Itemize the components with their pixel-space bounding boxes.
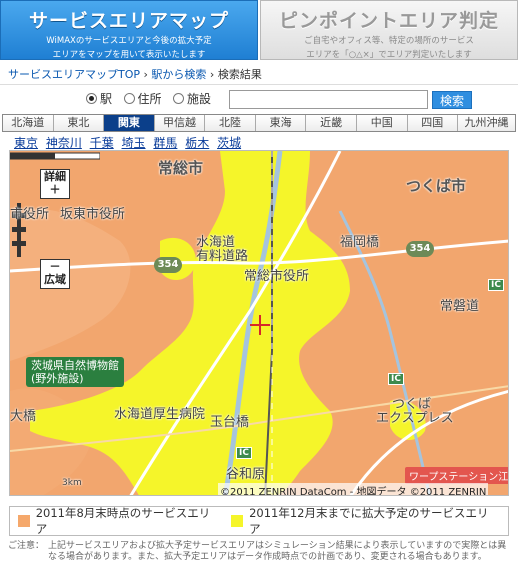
zoom-out-button[interactable]: － 広域 [40, 259, 70, 289]
zoom-in-button[interactable]: 詳細 ＋ [40, 169, 70, 199]
region-tab-hokuriku[interactable]: 北陸 [205, 115, 256, 131]
region-tab-hokkaido[interactable]: 北海道 [3, 115, 54, 131]
map-label: 市役所 [10, 207, 50, 222]
map-label: 水海道厚生病院 [114, 407, 206, 422]
region-tab-shikoku[interactable]: 四国 [407, 115, 459, 131]
search-button[interactable]: 検索 [432, 91, 472, 109]
prefecture-link-ibaraki[interactable]: 茨城 [217, 136, 241, 150]
region-tab-kinki[interactable]: 近畿 [306, 115, 357, 131]
tab-service-area-map[interactable]: サービスエリアマップ WiMAXのサービスエリアと今後の拡大予定 エリアをマップ… [0, 0, 258, 60]
radio-label: 住所 [137, 92, 162, 106]
disclaimer-label: ご注意： [8, 541, 45, 551]
zoom-out-label: 広域 [44, 273, 66, 286]
legend-label: 2011年8月末時点のサービスエリア [35, 506, 211, 536]
station-marker[interactable]: ワープステーション江戸 [405, 467, 508, 484]
region-tab-kyushu-okinawa[interactable]: 九州沖縄 [458, 115, 516, 131]
zoom-in-label: 詳細 [44, 170, 66, 183]
prefecture-link-tochigi[interactable]: 栃木 [185, 136, 209, 150]
breadcrumb-current: 検索結果 [217, 68, 262, 81]
map-label: 玉台橋 [210, 415, 250, 430]
museum-marker[interactable]: 茨城県自然博物館 (野外施設) [26, 357, 124, 387]
museum-note: (野外施設) [31, 372, 84, 385]
breadcrumb-station-link[interactable]: 駅から検索 [151, 68, 206, 81]
radio-button[interactable] [123, 93, 135, 104]
prefecture-links: 東京 神奈川 千葉 埼玉 群馬 栃木 茨城 [14, 134, 245, 151]
radio-label: 駅 [100, 92, 113, 106]
divider [0, 84, 518, 85]
search-input[interactable] [229, 90, 428, 109]
legend-item: 2011年8月末時点のサービスエリア [18, 505, 217, 537]
region-tabs: 北海道 東北 関東 甲信越 北陸 東海 近畿 中国 四国 九州沖縄 [2, 114, 516, 132]
legend-swatch-current [18, 515, 30, 527]
tab-subtitle: エリアをマップを用いて表示いたします [52, 50, 206, 60]
breadcrumb: サービスエリアマップTOP › 駅から検索 › 検索結果 [8, 66, 262, 82]
map-copyright: ©2011 ZENRIN DataCom - 地図データ ©2011 ZENRI… [218, 483, 489, 495]
ic-badge: IC [388, 373, 404, 385]
region-tab-tohoku[interactable]: 東北 [53, 115, 105, 131]
breadcrumb-separator: › [209, 68, 215, 81]
map-scale-bar [10, 152, 100, 160]
map-label: エクスプレス [376, 411, 454, 426]
map-label: 有料道路 [196, 249, 249, 264]
ic-badge: IC [236, 447, 252, 459]
museum-name: 茨城県自然博物館 [31, 359, 119, 372]
radio-station[interactable]: 駅 [86, 90, 112, 107]
map-label: 常総市役所 [244, 269, 310, 284]
prefecture-link-gunma[interactable]: 群馬 [153, 136, 177, 150]
breadcrumb-home-link[interactable]: サービスエリアマップTOP [8, 68, 140, 81]
tab-subtitle: WiMAXのサービスエリアと今後の拡大予定 [46, 36, 212, 46]
radio-button[interactable] [173, 93, 185, 104]
map-label: 常総市 [158, 159, 204, 177]
top-tabs: サービスエリアマップ WiMAXのサービスエリアと今後の拡大予定 エリアをマップ… [0, 0, 518, 62]
map-label: 大橋 [10, 409, 37, 424]
map-legend: 2011年8月末時点のサービスエリア 2011年12月末までに拡大予定のサービス… [9, 506, 509, 536]
legend-label: 2011年12月末までに拡大予定のサービスエリア [249, 506, 489, 536]
minus-icon: － [49, 260, 61, 273]
prefecture-link-kanagawa[interactable]: 神奈川 [46, 136, 82, 150]
map-scale-label: 3km [62, 478, 82, 488]
ic-badge: IC [488, 279, 504, 291]
radio-address[interactable]: 住所 [123, 90, 162, 107]
map-label: 坂東市役所 [60, 207, 126, 222]
prefecture-link-saitama[interactable]: 埼玉 [122, 136, 146, 150]
tab-title: サービスエリアマップ [28, 10, 229, 32]
prefecture-link-tokyo[interactable]: 東京 [14, 136, 38, 150]
search-bar: 駅 住所 施設 検索 [86, 90, 506, 110]
region-tab-kanto[interactable]: 関東 [104, 115, 155, 131]
map-label: つくば市 [406, 177, 467, 195]
map-label: 福岡橋 [340, 235, 380, 250]
radio-label: 施設 [187, 92, 212, 106]
tab-pinpoint-check[interactable]: ピンポイントエリア判定 ご自宅やオフィス等、特定の場所のサービス エリアを「○△… [260, 0, 518, 60]
region-tab-tokai[interactable]: 東海 [255, 115, 307, 131]
breadcrumb-separator: › [143, 68, 148, 81]
map-label: 常磐道 [440, 299, 480, 314]
prefecture-link-chiba[interactable]: 千葉 [90, 136, 114, 150]
radio-facility[interactable]: 施設 [173, 90, 211, 107]
map-label: 谷和原 [226, 467, 266, 482]
legend-item: 2011年12月末までに拡大予定のサービスエリア [231, 505, 494, 537]
tab-subtitle: ご自宅やオフィス等、特定の場所のサービス [304, 36, 474, 46]
plus-icon: ＋ [49, 183, 61, 196]
region-tab-koshinetsu[interactable]: 甲信越 [154, 115, 206, 131]
tab-subtitle: エリアを「○△×」でエリア判定いたします [306, 50, 472, 60]
region-tab-chugoku[interactable]: 中国 [356, 115, 408, 131]
route-354-badge: 354 [406, 241, 434, 257]
radio-button[interactable] [86, 93, 97, 104]
legend-swatch-planned [231, 515, 244, 527]
area-map[interactable]: 詳細 ＋ － 広域 常総市 つくば市 市役所 坂東市役所 水海道 有料道路 常総… [9, 150, 509, 496]
route-354-badge: 354 [154, 257, 182, 273]
disclaimer-text: 上記サービスエリアおよび拡大予定サービスエリアはシミュレーション結果により表示し… [48, 541, 507, 562]
tab-title: ピンポイントエリア判定 [278, 10, 499, 32]
